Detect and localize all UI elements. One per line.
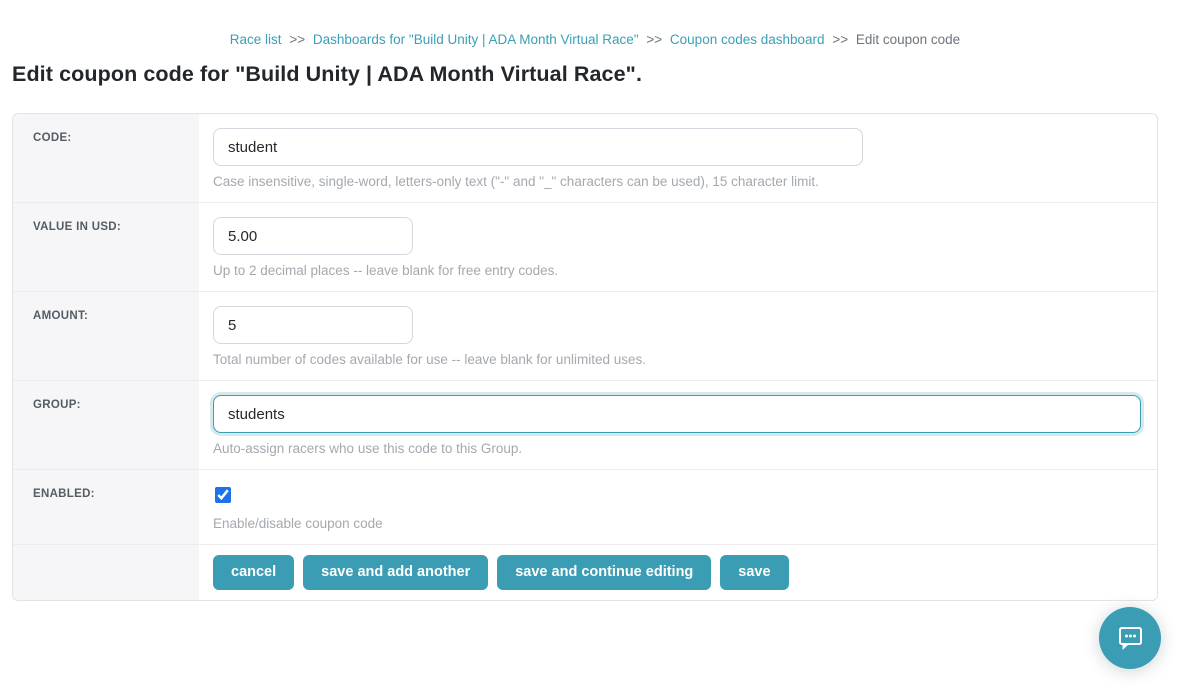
amount-help-text: Total number of codes available for use … (213, 352, 1141, 367)
form-row-amount: AMOUNT: Total number of codes available … (13, 291, 1157, 380)
value-in-usd-input[interactable] (213, 217, 413, 255)
group-help-text: Auto-assign racers who use this code to … (213, 441, 1141, 456)
chat-bubble-icon (1116, 625, 1144, 652)
code-help-text: Case insensitive, single-word, letters-o… (213, 174, 1141, 189)
actions-label-spacer (13, 545, 199, 600)
form-row-group: GROUP: Auto-assign racers who use this c… (13, 380, 1157, 469)
breadcrumb-link-coupon-codes-dashboard[interactable]: Coupon codes dashboard (670, 32, 825, 47)
form-row-actions: cancel save and add another save and con… (13, 544, 1157, 600)
chat-launcher-button[interactable] (1099, 607, 1161, 669)
form-row-enabled: ENABLED: Enable/disable coupon code (13, 469, 1157, 544)
amount-input[interactable] (213, 306, 413, 344)
save-and-continue-editing-button[interactable]: save and continue editing (497, 555, 711, 590)
breadcrumb-current-page: Edit coupon code (856, 32, 960, 47)
group-field-label: GROUP: (13, 381, 199, 469)
page-title: Edit coupon code for "Build Unity | ADA … (12, 62, 1190, 87)
breadcrumb-separator: >> (646, 32, 662, 47)
breadcrumb-link-dashboards[interactable]: Dashboards for "Build Unity | ADA Month … (313, 32, 639, 47)
value-in-usd-help-text: Up to 2 decimal places -- leave blank fo… (213, 263, 1141, 278)
save-and-add-another-button[interactable]: save and add another (303, 555, 488, 590)
save-button[interactable]: save (720, 555, 788, 590)
cancel-button[interactable]: cancel (213, 555, 294, 590)
value-in-usd-field-label: VALUE IN USD: (13, 203, 199, 291)
code-field-label: CODE: (13, 114, 199, 202)
breadcrumb-link-race-list[interactable]: Race list (230, 32, 282, 47)
breadcrumb-separator: >> (832, 32, 848, 47)
breadcrumb-separator: >> (289, 32, 305, 47)
enabled-field-label: ENABLED: (13, 470, 199, 544)
group-input[interactable] (213, 395, 1141, 433)
breadcrumb: Race list >> Dashboards for "Build Unity… (0, 0, 1190, 47)
form-row-value-in-usd: VALUE IN USD: Up to 2 decimal places -- … (13, 202, 1157, 291)
enabled-checkbox[interactable] (215, 487, 231, 503)
enabled-help-text: Enable/disable coupon code (213, 516, 1141, 531)
coupon-code-form: CODE: Case insensitive, single-word, let… (12, 113, 1158, 601)
form-row-code: CODE: Case insensitive, single-word, let… (13, 114, 1157, 202)
amount-field-label: AMOUNT: (13, 292, 199, 380)
code-input[interactable] (213, 128, 863, 166)
